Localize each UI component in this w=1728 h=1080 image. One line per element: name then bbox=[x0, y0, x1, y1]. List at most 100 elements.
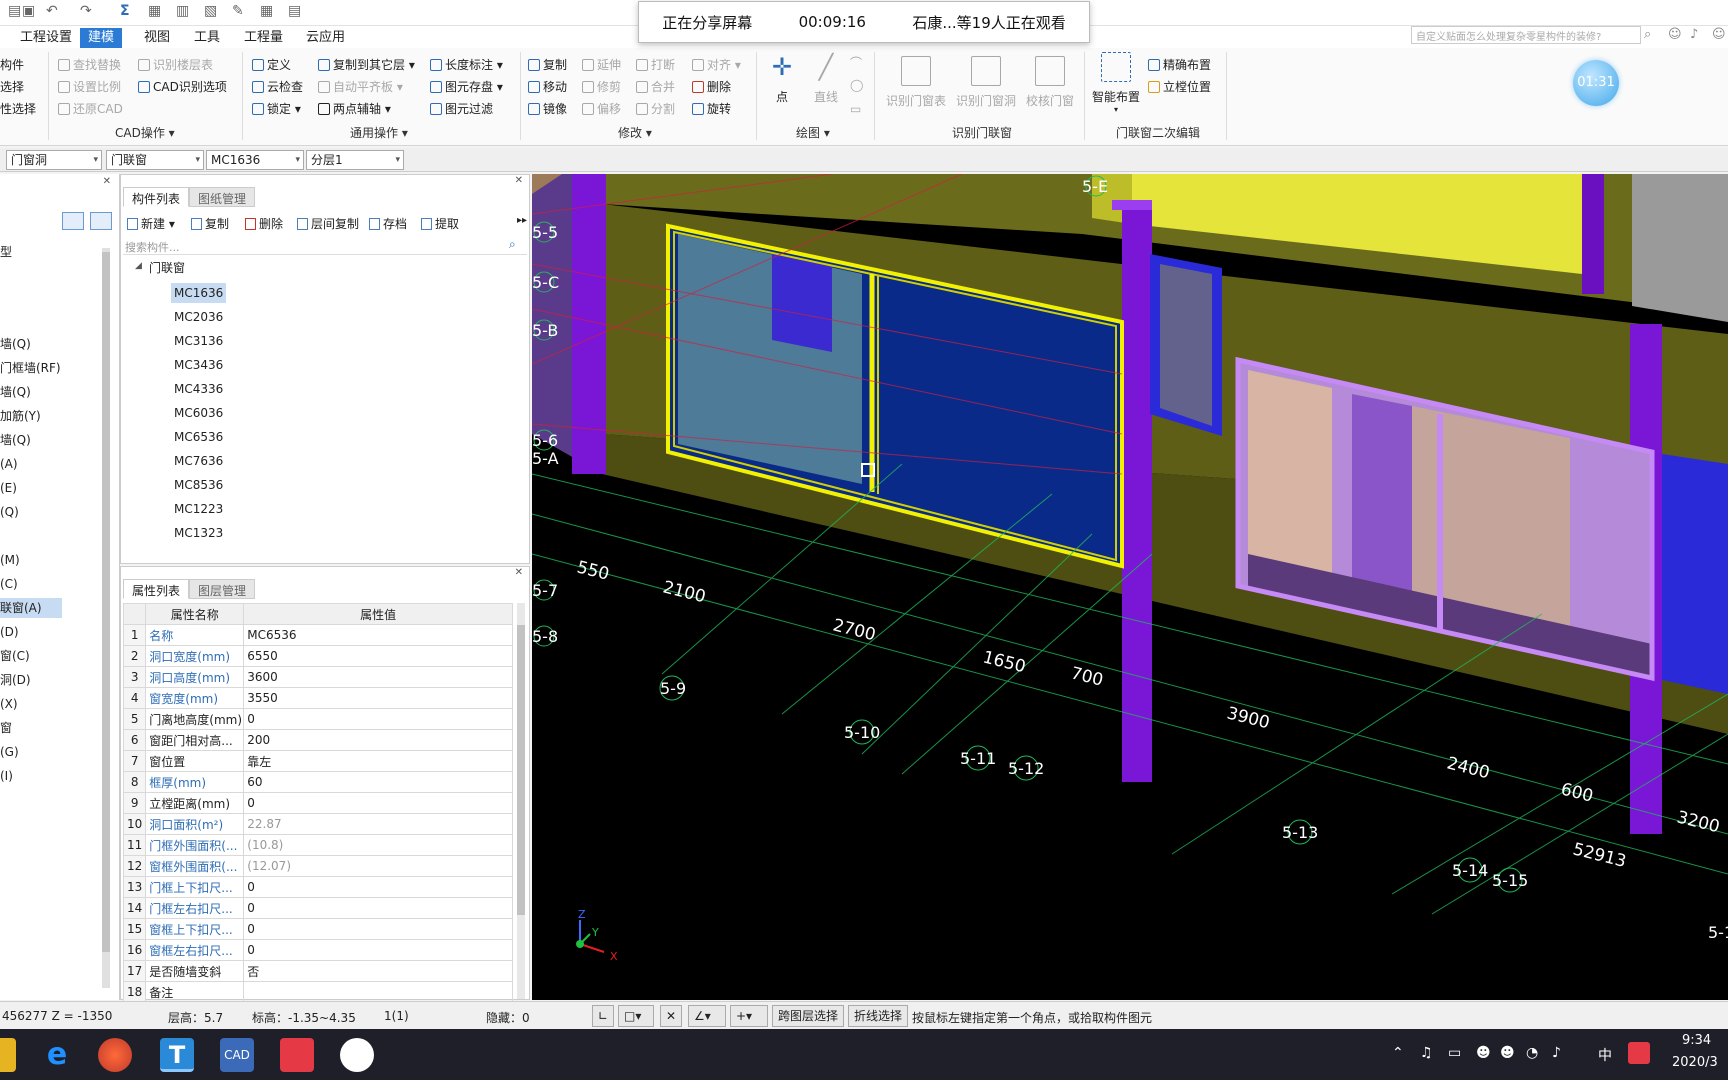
menu-view[interactable]: 视图 bbox=[136, 28, 178, 48]
account-icon[interactable]: ☺ bbox=[1712, 27, 1726, 42]
layer-select[interactable]: 分层1 ▾ bbox=[306, 150, 404, 170]
circle-icon[interactable]: ◯ bbox=[850, 78, 863, 92]
draw-point-button[interactable]: ✛ 点 bbox=[764, 52, 800, 105]
archive-button[interactable]: 存档 bbox=[369, 215, 407, 232]
property-value[interactable]: 靠左 bbox=[243, 750, 513, 772]
bell-icon[interactable]: ♪ bbox=[1690, 27, 1698, 42]
property-row[interactable]: 7 窗位置 靠左 bbox=[122, 750, 513, 772]
check-door-window-button[interactable]: 校核门窗 bbox=[1022, 56, 1078, 109]
property-value[interactable]: 0 bbox=[243, 918, 513, 940]
polyline-select-button[interactable]: 折线选择 bbox=[848, 1005, 909, 1027]
tab-property-list[interactable]: 属性列表 bbox=[123, 579, 190, 599]
draw-group-title[interactable]: 绘图 ▾ bbox=[796, 124, 830, 141]
cad-options-button[interactable]: CAD识别选项 bbox=[138, 78, 227, 95]
general-group-title[interactable]: 通用操作 ▾ bbox=[350, 124, 408, 141]
cad-app-icon[interactable]: CAD bbox=[220, 1038, 254, 1072]
user-icon[interactable]: ☺ bbox=[1668, 27, 1682, 42]
app-avatar-icon[interactable] bbox=[340, 1038, 374, 1072]
property-value[interactable]: 0 bbox=[243, 897, 513, 919]
nav-item[interactable]: 型 bbox=[0, 242, 12, 262]
nav-item[interactable]: (G) bbox=[0, 742, 19, 762]
move-button[interactable]: 移动 bbox=[528, 78, 567, 95]
property-value[interactable]: 60 bbox=[243, 771, 513, 793]
property-row[interactable]: 12 窗框外围面积(... (12.07) bbox=[122, 855, 513, 877]
copy-between-floors-button[interactable]: 层间复制 bbox=[297, 215, 359, 232]
property-row[interactable]: 17 是否随墙变斜否 bbox=[122, 960, 513, 982]
nav-item[interactable]: 墙(Q) bbox=[0, 382, 31, 402]
property-row[interactable]: 11 门框外围面积(... (10.8) bbox=[122, 834, 513, 856]
snap-box-icon[interactable]: □▾ bbox=[618, 1005, 654, 1027]
nav-item[interactable]: (D) bbox=[0, 622, 19, 642]
menu-project-settings[interactable]: 工程设置 bbox=[12, 28, 80, 48]
menu-modeling[interactable]: 建模 bbox=[80, 28, 123, 48]
split-button[interactable]: 分割 bbox=[636, 100, 675, 117]
merge-button[interactable]: 合并 bbox=[636, 78, 675, 95]
app-g-icon[interactable] bbox=[98, 1038, 132, 1072]
close-icon[interactable]: ✕ bbox=[103, 176, 111, 187]
property-value[interactable]: MC6536 bbox=[243, 624, 513, 646]
property-value[interactable]: 0 bbox=[243, 708, 513, 730]
precise-layout-button[interactable]: 精确布置 bbox=[1148, 56, 1211, 73]
sum-icon[interactable]: Σ bbox=[120, 3, 130, 19]
trim-button[interactable]: 修剪 bbox=[582, 78, 621, 95]
property-row[interactable]: 6 窗距门相对高... 200 bbox=[122, 729, 513, 751]
component-list-item[interactable]: MC1223 bbox=[171, 499, 226, 519]
undo-icon[interactable]: ↶ bbox=[46, 3, 58, 19]
component-list-item[interactable]: MC3436 bbox=[171, 355, 226, 375]
nav-item[interactable]: (A) bbox=[0, 454, 18, 474]
property-value[interactable]: 0 bbox=[243, 939, 513, 961]
redo-icon[interactable]: ↷ bbox=[80, 3, 92, 19]
two-point-axis-button[interactable]: 两点辅轴 ▾ bbox=[318, 100, 391, 117]
draw-line-button[interactable]: ╱ 直线 bbox=[808, 52, 844, 105]
property-scrollbar[interactable] bbox=[517, 603, 525, 999]
nav-item[interactable]: 墙(Q) bbox=[0, 430, 31, 450]
mirror-button[interactable]: 镜像 bbox=[528, 100, 567, 117]
nav-item[interactable]: (Q) bbox=[0, 502, 19, 522]
property-value[interactable]: (10.8) bbox=[243, 834, 513, 856]
copy-button[interactable]: 复制 bbox=[528, 56, 567, 73]
save-elements-button[interactable]: 图元存盘 ▾ bbox=[430, 78, 503, 95]
sogou-icon[interactable] bbox=[1628, 1042, 1650, 1064]
arc-icon[interactable]: ⌒ bbox=[850, 54, 862, 71]
angle-icon[interactable]: ∠▾ bbox=[688, 1005, 726, 1027]
component-select[interactable]: MC1636 ▾ bbox=[206, 150, 304, 170]
nav-item[interactable]: (C) bbox=[0, 574, 18, 594]
property-row[interactable]: 14 门框左右扣尺... 0 bbox=[122, 897, 513, 919]
cad-group-title[interactable]: CAD操作 ▾ bbox=[115, 124, 175, 141]
edit-icon[interactable]: ✎ bbox=[232, 3, 244, 19]
property-row[interactable]: 3 洞口高度(mm) 3600 bbox=[122, 666, 513, 688]
property-row[interactable]: 15 窗框上下扣尺... 0 bbox=[122, 918, 513, 940]
component-list-item[interactable]: MC4336 bbox=[171, 379, 226, 399]
close-icon[interactable]: ✕ bbox=[515, 175, 523, 186]
help-search-input[interactable]: 自定义贴面怎么处理复杂零星构件的装修? bbox=[1411, 26, 1641, 44]
property-value[interactable]: 6550 bbox=[243, 645, 513, 667]
property-value[interactable]: 200 bbox=[243, 729, 513, 751]
report-icon[interactable]: ▦ bbox=[148, 3, 161, 19]
extract-button[interactable]: 提取 bbox=[421, 215, 459, 232]
qq2-icon[interactable]: ☻ bbox=[1500, 1045, 1515, 1061]
property-value[interactable]: 3600 bbox=[243, 666, 513, 688]
cross-icon[interactable]: ✕ bbox=[660, 1005, 682, 1027]
property-row[interactable]: 4 窗宽度(mm) 3550 bbox=[122, 687, 513, 709]
qq-icon[interactable]: ☻ bbox=[1476, 1045, 1491, 1061]
category-select[interactable]: 门窗洞 ▾ bbox=[6, 150, 102, 170]
copy-to-layer-button[interactable]: 复制到其它层 ▾ bbox=[318, 56, 415, 73]
type-select[interactable]: 门联窗 ▾ bbox=[106, 150, 204, 170]
folder-icon[interactable]: ▤ bbox=[8, 3, 21, 19]
property-value[interactable]: (12.07) bbox=[243, 855, 513, 877]
nav-item[interactable]: (X) bbox=[0, 694, 18, 714]
battery-icon[interactable]: ▭ bbox=[1448, 1045, 1461, 1061]
new-component-button[interactable]: 新建 ▾ bbox=[127, 215, 175, 232]
restore-cad-button[interactable]: 还原CAD bbox=[58, 100, 123, 117]
export-icon[interactable]: ▤ bbox=[288, 3, 301, 19]
list-view-icon[interactable] bbox=[62, 212, 84, 230]
property-value[interactable] bbox=[243, 981, 513, 1003]
collapse-icon[interactable]: ◢ bbox=[135, 261, 142, 271]
recognize-door-window-opening-button[interactable]: 识别门窗洞 bbox=[952, 56, 1020, 109]
property-row[interactable]: 1 名称 MC6536 bbox=[122, 624, 513, 646]
mic-icon[interactable]: ♫ bbox=[1420, 1045, 1433, 1061]
extend-button[interactable]: 延伸 bbox=[582, 56, 621, 73]
length-dimension-button[interactable]: 长度标注 ▾ bbox=[430, 56, 503, 73]
property-row[interactable]: 2 洞口宽度(mm) 6550 bbox=[122, 645, 513, 667]
nav-item[interactable]: 加筋(Y) bbox=[0, 406, 41, 426]
